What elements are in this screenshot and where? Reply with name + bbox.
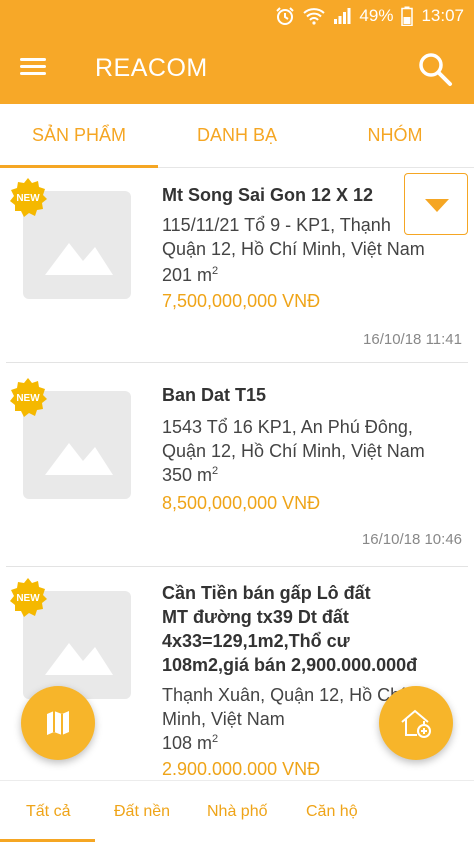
- listing-date: 16/10/18 11:41: [363, 331, 462, 348]
- listing-area-value: 201 m: [162, 265, 213, 285]
- menu-icon: [20, 58, 54, 75]
- battery-icon: [401, 6, 414, 26]
- app-screen: 49% 13:07 REACOM SẢN PHẨM DANH BẠ NHÓM N…: [0, 0, 474, 842]
- tab-nhom[interactable]: NHÓM: [316, 104, 474, 167]
- search-button[interactable]: [416, 50, 454, 88]
- listing-title: Ban Dat T15: [162, 385, 267, 405]
- new-badge-label: NEW: [16, 393, 40, 404]
- bottom-tab-tat-ca[interactable]: Tất cả: [26, 803, 70, 821]
- map-fab-button[interactable]: [21, 686, 95, 760]
- add-home-fab-button[interactable]: [379, 686, 453, 760]
- listing-item[interactable]: NEW Ban Dat T15 1543 Tổ 16 KP1, An Phú Đ…: [0, 363, 474, 567]
- tab-bar: SẢN PHẨM DANH BẠ NHÓM: [0, 104, 474, 168]
- battery-percent: 49%: [359, 6, 394, 25]
- listing-area-value: 108 m: [162, 733, 213, 753]
- listing-address-line2: Quận 12, Hồ Chí Minh, Việt Nam: [162, 441, 425, 461]
- listing-price: 2.900.000.000 VNĐ: [162, 759, 321, 779]
- status-icons: 49% 13:07: [275, 6, 464, 26]
- tab-san-pham[interactable]: SẢN PHẨM: [0, 104, 158, 168]
- listing-address-line2: Quận 12, Hồ Chí Minh, Việt Nam: [162, 239, 425, 259]
- menu-button[interactable]: [20, 54, 54, 84]
- signal-icon: [333, 7, 351, 25]
- new-badge: NEW: [10, 178, 47, 217]
- listing-title-line3: 4x33=129,1m2,Thổ cư: [162, 631, 350, 651]
- bottom-tab-nha-pho[interactable]: Nhà phố: [207, 803, 268, 821]
- bottom-nav: Tất cả Đất nền Nhà phố Căn hộ: [0, 780, 474, 842]
- app-bar: REACOM: [0, 34, 474, 104]
- status-bar: 49% 13:07: [0, 0, 474, 34]
- listing-title-line1: Cần Tiền bán gấp Lô đất: [162, 583, 371, 603]
- dropdown-toggle-button[interactable]: [404, 173, 468, 235]
- listing-area-unit: 2: [212, 265, 219, 277]
- new-badge-label: NEW: [16, 193, 40, 204]
- bottom-tab-can-ho[interactable]: Căn hộ: [306, 803, 358, 821]
- add-home-icon: [401, 709, 431, 738]
- new-badge-label: NEW: [16, 593, 40, 604]
- listing-address-line2: Minh, Việt Nam: [162, 709, 285, 729]
- alarm-icon: [275, 6, 295, 26]
- listing-title-line2: MT đường tx39 Dt đất: [162, 607, 349, 627]
- listing-address-line1: 115/11/21 Tổ 9 - KP1, Thạnh: [162, 215, 391, 235]
- listing-item[interactable]: NEW Mt Song Sai Gon 12 X 12 115/11/21 Tổ…: [0, 169, 474, 363]
- map-icon: [47, 711, 69, 735]
- search-icon: [419, 53, 452, 86]
- tab-danh-ba[interactable]: DANH BẠ: [158, 104, 316, 167]
- listing-area: 201 m2: [162, 265, 218, 286]
- listing-title: Mt Song Sai Gon 12 X 12: [162, 185, 374, 205]
- bottom-tab-dat-nen[interactable]: Đất nền: [114, 803, 170, 821]
- app-title: REACOM: [95, 54, 208, 82]
- listing-date: 16/10/18 10:46: [361, 531, 462, 548]
- listing-area: 350 m2: [162, 465, 218, 486]
- listing-area-unit: 2: [212, 733, 219, 745]
- wifi-icon: [303, 7, 326, 25]
- listing-price: 7,500,000,000 VNĐ: [162, 291, 321, 311]
- listing-area: 108 m2: [162, 733, 218, 754]
- new-badge: NEW: [10, 578, 47, 617]
- listing-address-line1: 1543 Tổ 16 KP1, An Phú Đông,: [162, 417, 413, 437]
- listing-area-unit: 2: [212, 465, 219, 477]
- listing-price: 8,500,000,000 VNĐ: [162, 493, 321, 513]
- new-badge: NEW: [10, 378, 47, 417]
- listing-area-value: 350 m: [162, 465, 213, 485]
- listing-title-line4: 108m2,giá bán 2,900.000.000đ: [162, 655, 418, 675]
- listing-address-line1: Thạnh Xuân, Quận 12, Hồ Chí: [162, 685, 406, 705]
- clock-time: 13:07: [421, 6, 464, 25]
- caret-down-icon: [425, 199, 449, 212]
